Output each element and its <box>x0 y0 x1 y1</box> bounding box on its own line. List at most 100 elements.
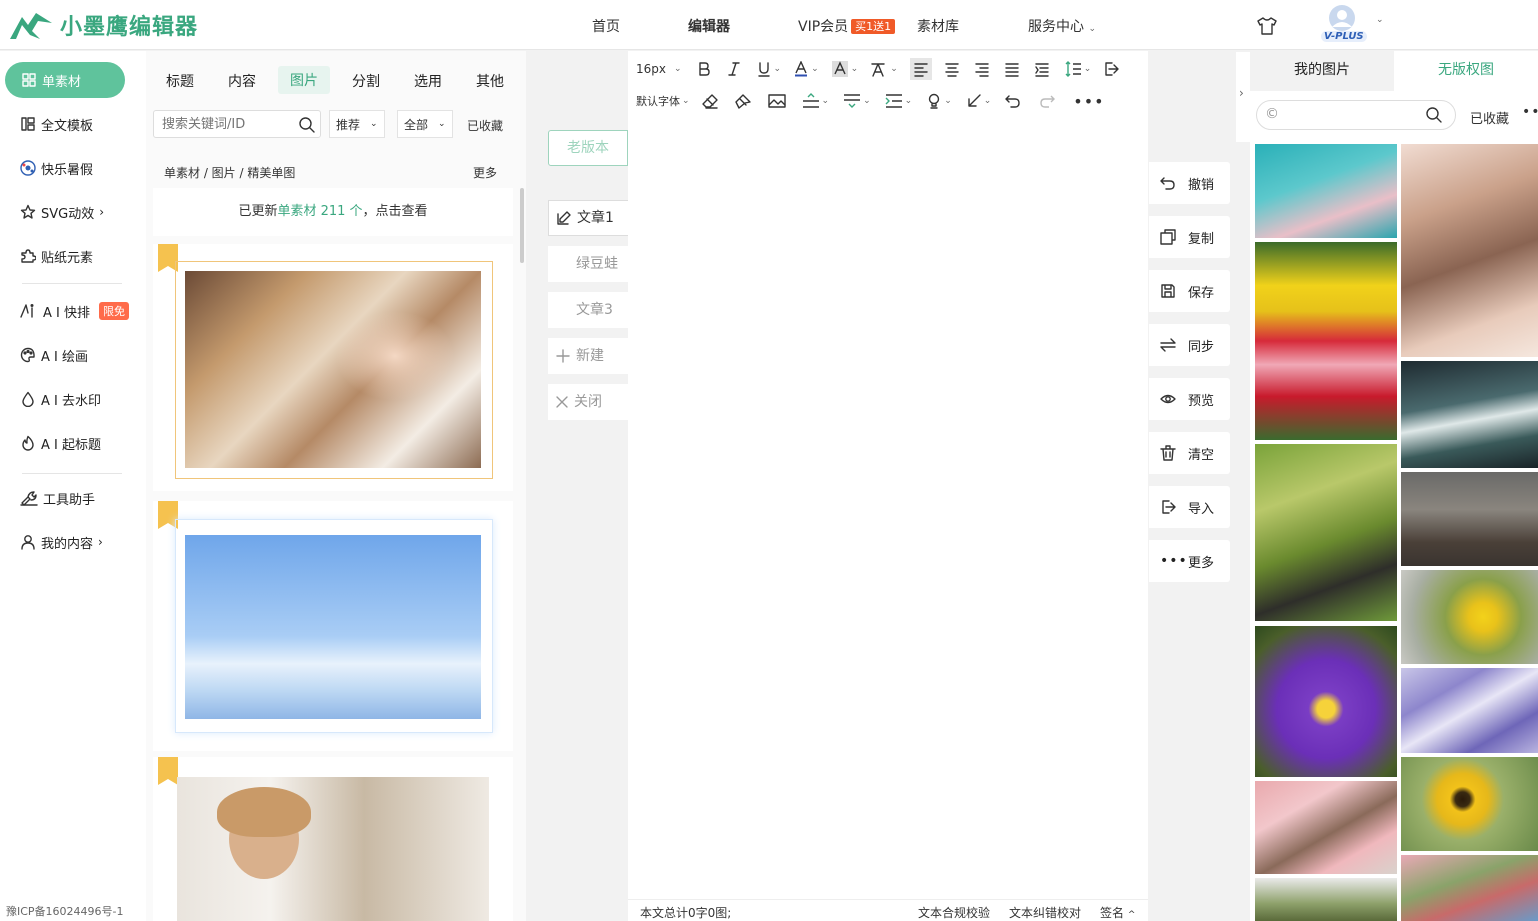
bold-button[interactable] <box>696 61 712 77</box>
import-button-tb[interactable] <box>1103 61 1119 77</box>
bg-color-button[interactable]: ⌄ <box>831 60 858 78</box>
image-button[interactable] <box>767 93 786 109</box>
close-doc-button[interactable]: 关闭 <box>548 384 628 420</box>
clear-format-button[interactable]: ⌄ <box>870 61 898 77</box>
font-color-button[interactable]: ⌄ <box>793 61 819 77</box>
tshirt-icon[interactable] <box>1256 16 1278 36</box>
filter-all[interactable]: 全部 ⌄ <box>397 110 453 138</box>
redo-button-tb[interactable] <box>1039 93 1056 109</box>
nav-editor[interactable]: 编辑器 <box>688 16 730 36</box>
filter-recommend[interactable]: 推荐 ⌄ <box>329 110 385 138</box>
image-thumbnail[interactable] <box>1401 570 1538 664</box>
leftnav-item-tools[interactable]: 工具助手 <box>20 487 95 509</box>
more-tools-button[interactable]: ••• <box>1073 92 1104 111</box>
search-icon[interactable] <box>1425 106 1443 124</box>
image-thumbnail[interactable] <box>1401 855 1538 921</box>
leftnav-item-summer[interactable]: 快乐暑假 <box>20 157 93 179</box>
image-thumbnail[interactable] <box>1401 144 1538 357</box>
arrow-button[interactable]: ⌄ <box>966 93 991 109</box>
eraser-button[interactable] <box>701 93 718 109</box>
image-thumbnail[interactable] <box>1401 472 1538 566</box>
nav-vip[interactable]: VIP会员 买1送1 <box>798 16 896 36</box>
leftnav-item-svg[interactable]: SVG动效 › <box>20 201 104 223</box>
leftnav-item-single[interactable]: 单素材 <box>5 62 125 98</box>
logo[interactable]: 小墨鹰编辑器 <box>8 8 198 42</box>
search-input[interactable] <box>154 111 284 137</box>
font-family-select[interactable]: 默认字体 ⌄ <box>636 93 690 109</box>
tab-free-images[interactable]: 无版权图 <box>1394 51 1538 91</box>
justify-button[interactable] <box>1004 61 1020 77</box>
leftnav-item-template[interactable]: 全文模板 <box>20 113 93 135</box>
indent-space-button[interactable]: ⌄ <box>885 93 912 109</box>
old-version-button[interactable]: 老版本 <box>548 130 628 166</box>
preview-button[interactable]: 预览 <box>1149 378 1230 420</box>
material-card[interactable] <box>153 757 513 921</box>
format-brush-button[interactable] <box>734 93 752 109</box>
tab-image[interactable]: 图片 <box>278 66 330 94</box>
hint-button[interactable]: ⌄ <box>926 93 952 109</box>
italic-button[interactable] <box>726 61 742 77</box>
favorites-link[interactable]: 已收藏 <box>1470 108 1509 127</box>
image-thumbnail[interactable] <box>1255 626 1397 777</box>
signature-button[interactable]: 签名 ^ <box>1100 904 1135 921</box>
undo-button[interactable]: 撤销 <box>1149 162 1230 204</box>
more-button[interactable]: ••• 更多 <box>1149 540 1230 582</box>
image-thumbnail[interactable] <box>1255 781 1397 874</box>
tab-content[interactable]: 内容 <box>228 71 256 91</box>
indent-button[interactable] <box>1034 61 1050 77</box>
tab-my-images[interactable]: 我的图片 <box>1250 51 1394 91</box>
import-button[interactable]: 导入 <box>1149 486 1230 528</box>
doc-tab[interactable]: 文章3 <box>548 292 628 328</box>
proofread-button[interactable]: 文本纠错校对 <box>1009 904 1081 921</box>
tab-title[interactable]: 标题 <box>166 71 194 91</box>
sync-button[interactable]: 同步 <box>1149 324 1230 366</box>
save-button[interactable]: 保存 <box>1149 270 1230 312</box>
spacing-button[interactable]: ⌄ <box>843 93 871 109</box>
image-search-box[interactable]: © <box>1256 100 1456 130</box>
align-right-button[interactable] <box>974 61 990 77</box>
nav-home[interactable]: 首页 <box>592 16 620 36</box>
tab-choose[interactable]: 选用 <box>414 71 442 91</box>
undo-button-tb[interactable] <box>1005 93 1021 109</box>
editor-area[interactable]: 16px ⌄ ⌄ ⌄ ⌄ ⌄ ⌄ 默认字体 ⌄ ⌄ ⌄ ⌄ ⌄ ⌄ ••• 本文总计… <box>628 51 1148 921</box>
more-icon[interactable]: •• <box>1522 104 1538 120</box>
leftnav-item-ai-layout[interactable]: A I 快排 限免 <box>20 300 129 322</box>
compliance-check-button[interactable]: 文本合规校验 <box>918 904 990 921</box>
more-link[interactable]: 更多 <box>473 164 497 181</box>
underline-button[interactable]: ⌄ <box>756 61 781 77</box>
clear-button[interactable]: 清空 <box>1149 432 1230 474</box>
image-thumbnail[interactable] <box>1401 668 1538 753</box>
new-doc-button[interactable]: 新建 <box>548 338 628 374</box>
favorites-link[interactable]: 已收藏 <box>467 117 503 134</box>
nav-service[interactable]: 服务中心 ⌄ <box>1028 16 1096 36</box>
leftnav-item-sticker[interactable]: 贴纸元素 <box>20 245 93 267</box>
scrollbar[interactable] <box>520 188 524 263</box>
image-thumbnail[interactable] <box>1255 242 1397 440</box>
leftnav-item-ai-draw[interactable]: A I 绘画 <box>20 344 88 366</box>
leftnav-item-ai-watermark[interactable]: A I 去水印 <box>20 388 101 410</box>
image-thumbnail[interactable] <box>1255 144 1397 238</box>
doc-tab[interactable]: 绿豆蛙 <box>548 246 628 282</box>
tab-other[interactable]: 其他 <box>476 71 504 91</box>
icp-number[interactable]: 豫ICP备16024496号-1 <box>6 903 124 919</box>
image-thumbnail[interactable] <box>1401 757 1538 851</box>
avatar[interactable]: V-PLUS <box>1318 3 1368 47</box>
material-card[interactable] <box>153 244 513 491</box>
tab-divider[interactable]: 分割 <box>352 71 380 91</box>
font-size-select[interactable]: 16px ⌄ <box>636 62 682 76</box>
divider-button[interactable]: ⌄ <box>802 93 829 109</box>
copy-button[interactable]: 复制 <box>1149 216 1230 258</box>
search-icon[interactable] <box>298 116 316 134</box>
update-notice[interactable]: 已更新单素材 211 个，点击查看 <box>153 188 513 236</box>
image-thumbnail[interactable] <box>1401 361 1538 468</box>
nav-library[interactable]: 素材库 <box>917 16 959 36</box>
doc-tab[interactable]: 文章1 <box>548 200 628 236</box>
align-left-button[interactable] <box>909 58 932 80</box>
leftnav-item-mine[interactable]: 我的内容 › <box>20 531 103 553</box>
chevron-down-icon[interactable]: ⌄ <box>1376 15 1384 25</box>
image-thumbnail[interactable] <box>1255 878 1397 921</box>
line-height-button[interactable]: ⌄ <box>1064 61 1091 77</box>
image-thumbnail[interactable] <box>1255 444 1397 621</box>
material-card[interactable] <box>153 501 513 751</box>
leftnav-item-ai-title[interactable]: A I 起标题 <box>20 432 101 454</box>
